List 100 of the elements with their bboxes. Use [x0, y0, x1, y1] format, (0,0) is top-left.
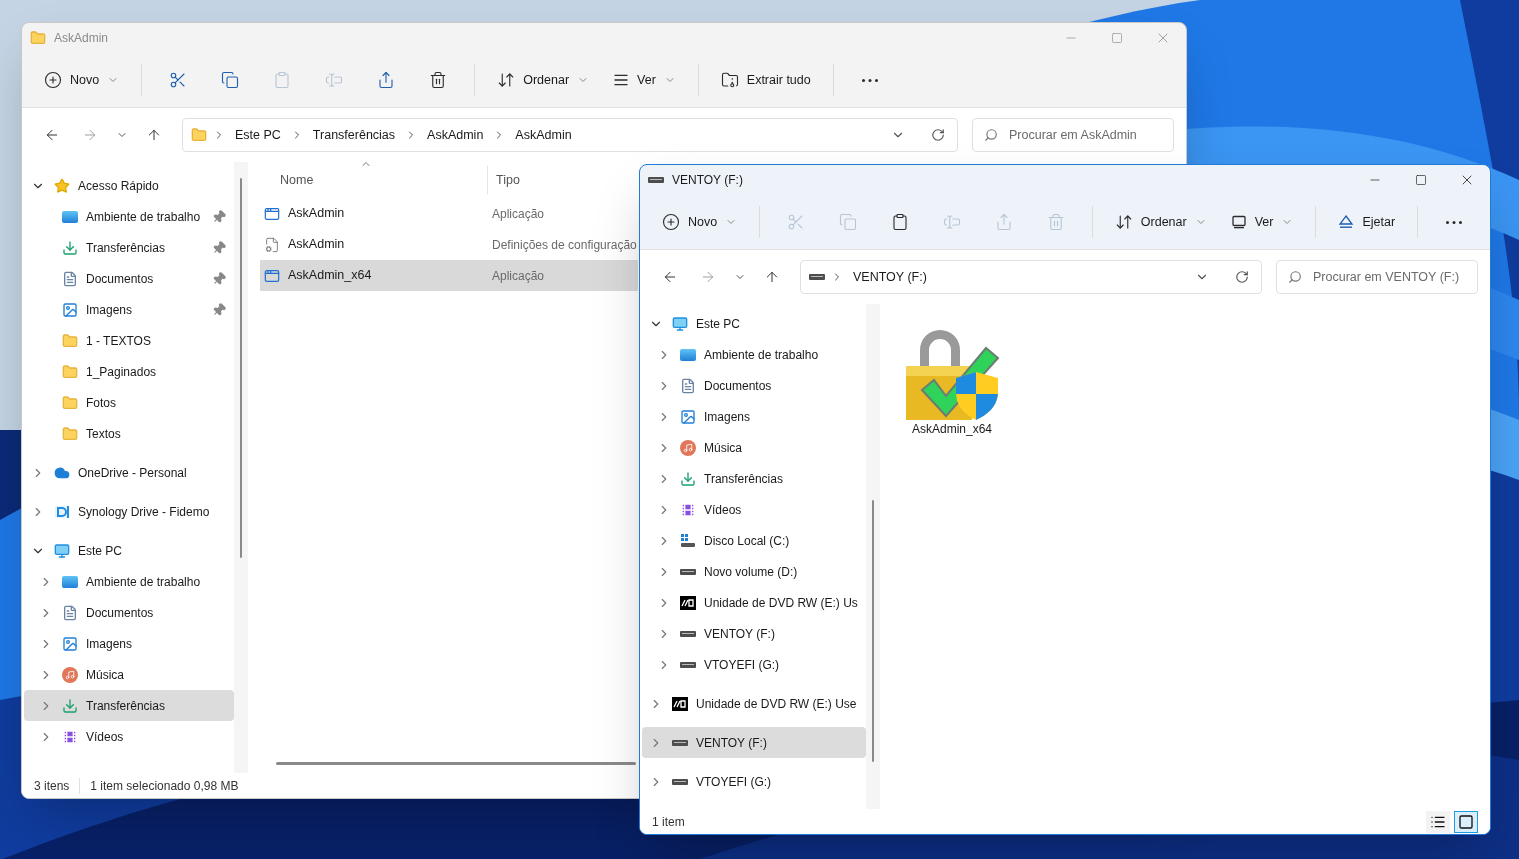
sidebar-item[interactable]: Textos: [24, 418, 234, 449]
sidebar-item[interactable]: Ambiente de trabalho: [24, 201, 234, 232]
sidebar-item[interactable]: Ambiente de trabalho: [24, 566, 234, 597]
sidebar-item[interactable]: OneDrive - Personal: [24, 457, 234, 488]
column-header[interactable]: Tipo: [488, 166, 628, 194]
sidebar-item[interactable]: Transferências: [24, 690, 234, 721]
trash-icon: [1046, 213, 1065, 231]
more-icon: [1446, 220, 1463, 224]
sidebar-item[interactable]: VTOYEFI (G:): [642, 766, 866, 797]
breadcrumb-item[interactable]: VENTOY (F:): [849, 267, 931, 287]
status-text: 1 item: [652, 813, 685, 831]
document-icon: [62, 270, 78, 287]
application-icon: [264, 267, 280, 284]
document-icon: [62, 604, 78, 621]
file-row[interactable]: AskAdmin Aplicação: [260, 198, 638, 229]
address-bar[interactable]: VENTOY (F:): [800, 260, 1262, 294]
column-header[interactable]: Nome: [260, 166, 488, 194]
music-icon: [680, 439, 696, 456]
clipboard-icon: [891, 213, 910, 231]
download-icon: [680, 470, 696, 487]
sidebar-item[interactable]: Novo volume (D:): [642, 556, 866, 587]
search-field[interactable]: Procurar em AskAdmin: [972, 118, 1174, 152]
copy-icon: [221, 71, 240, 89]
sidebar-item[interactable]: Documentos: [24, 263, 234, 294]
rename-icon: [942, 213, 961, 231]
sidebar-item[interactable]: Vídeos: [642, 494, 866, 525]
sort-button[interactable]: Ordenar: [1104, 204, 1217, 240]
refresh-icon[interactable]: [1235, 270, 1249, 284]
sidebar-item[interactable]: Este PC: [24, 535, 234, 566]
image-icon: [62, 301, 78, 318]
sidebar-item[interactable]: VTOYEFI (G:): [642, 649, 866, 680]
window-title: VENTOY (F:): [672, 172, 743, 189]
sidebar-item[interactable]: VENTOY (F:): [642, 727, 866, 758]
sidebar-item[interactable]: Unidade de DVD RW (E:) Use: [642, 688, 866, 719]
search-field[interactable]: Procurar em VENTOY (F:): [1276, 260, 1478, 294]
share-icon: [994, 213, 1013, 231]
desktop-icon: [62, 210, 78, 223]
sidebar-item[interactable]: VENTOY (F:): [642, 618, 866, 649]
eject-icon: [1338, 214, 1355, 230]
large-icons-view-button[interactable]: [1454, 810, 1478, 833]
monitor-icon: [672, 315, 688, 332]
refresh-icon[interactable]: [931, 128, 945, 142]
copy-icon: [839, 213, 858, 231]
image-icon: [62, 635, 78, 652]
breadcrumb-item[interactable]: AskAdmin: [511, 125, 576, 145]
folder-icon: [62, 363, 78, 380]
file-row[interactable]: AskAdmin Definições de configuração: [260, 229, 638, 260]
file-tile[interactable]: AskAdmin_x64: [900, 324, 1004, 438]
scrollbar-thumb[interactable]: [872, 500, 874, 762]
sidebar-item[interactable]: Documentos: [642, 370, 866, 401]
sidebar-item[interactable]: 1 - TEXTOS: [24, 325, 234, 356]
scrollbar-thumb[interactable]: [240, 178, 242, 558]
new-button[interactable]: Novo: [34, 62, 130, 98]
sidebar-item[interactable]: Imagens: [642, 401, 866, 432]
sidebar-item[interactable]: 1_Paginados: [24, 356, 234, 387]
maximize-icon: [1111, 32, 1123, 44]
sidebar-item[interactable]: Ambiente de trabalho: [642, 339, 866, 370]
sort-arrows-icon: [1114, 213, 1133, 231]
monitor-icon: [54, 542, 70, 559]
sidebar-item[interactable]: Documentos: [24, 597, 234, 628]
drive-icon: [809, 273, 825, 281]
view-button[interactable]: Ver: [1220, 204, 1304, 240]
sidebar-item[interactable]: Synology Drive - Fidemo: [24, 496, 234, 527]
sidebar-item[interactable]: Imagens: [24, 628, 234, 659]
search-icon: [984, 128, 998, 142]
eject-button[interactable]: Ejetar: [1328, 204, 1406, 240]
sidebar-item[interactable]: Música: [642, 432, 866, 463]
star-icon: [54, 177, 70, 194]
details-view-button[interactable]: [1426, 810, 1450, 833]
breadcrumb-item[interactable]: Este PC: [231, 125, 285, 145]
sidebar-item[interactable]: Fotos: [24, 387, 234, 418]
more-icon: [861, 78, 878, 82]
sidebar-item[interactable]: Transferências: [642, 463, 866, 494]
sidebar-item[interactable]: Vídeos: [24, 721, 234, 752]
file-name: AskAdmin_x64: [911, 421, 992, 438]
horizontal-scrollbar[interactable]: [276, 762, 636, 765]
trash-icon: [429, 71, 448, 89]
drive-icon: [680, 629, 696, 638]
sidebar-item[interactable]: Disco Local (C:): [642, 525, 866, 556]
window-title: AskAdmin: [54, 30, 109, 47]
sidebar-item[interactable]: Unidade de DVD RW (E:) Us: [642, 587, 866, 618]
desktop-icon: [680, 348, 696, 361]
sidebar-item[interactable]: Imagens: [24, 294, 234, 325]
sidebar-item[interactable]: Este PC: [642, 308, 866, 339]
status-text: 3 itens: [34, 777, 70, 795]
new-button[interactable]: Novo: [652, 204, 748, 240]
address-bar[interactable]: Este PC Transferências AskAdmin AskAdmin: [182, 118, 958, 152]
extract-button[interactable]: Extrair tudo: [710, 62, 821, 98]
lines-icon: [613, 72, 630, 88]
drive-icon: [672, 738, 688, 747]
sidebar-item[interactable]: Transferências: [24, 232, 234, 263]
file-row[interactable]: AskAdmin_x64 Aplicação: [260, 260, 638, 291]
breadcrumb-item[interactable]: Transferências: [308, 125, 400, 145]
view-button[interactable]: Ver: [603, 62, 686, 98]
clipboard-icon: [273, 71, 292, 89]
folder-icon: [191, 127, 207, 143]
breadcrumb-item[interactable]: AskAdmin: [423, 125, 488, 145]
sidebar-item[interactable]: Acesso Rápido: [24, 170, 234, 201]
sort-button[interactable]: Ordenar: [487, 62, 600, 98]
sidebar-item[interactable]: Música: [24, 659, 234, 690]
